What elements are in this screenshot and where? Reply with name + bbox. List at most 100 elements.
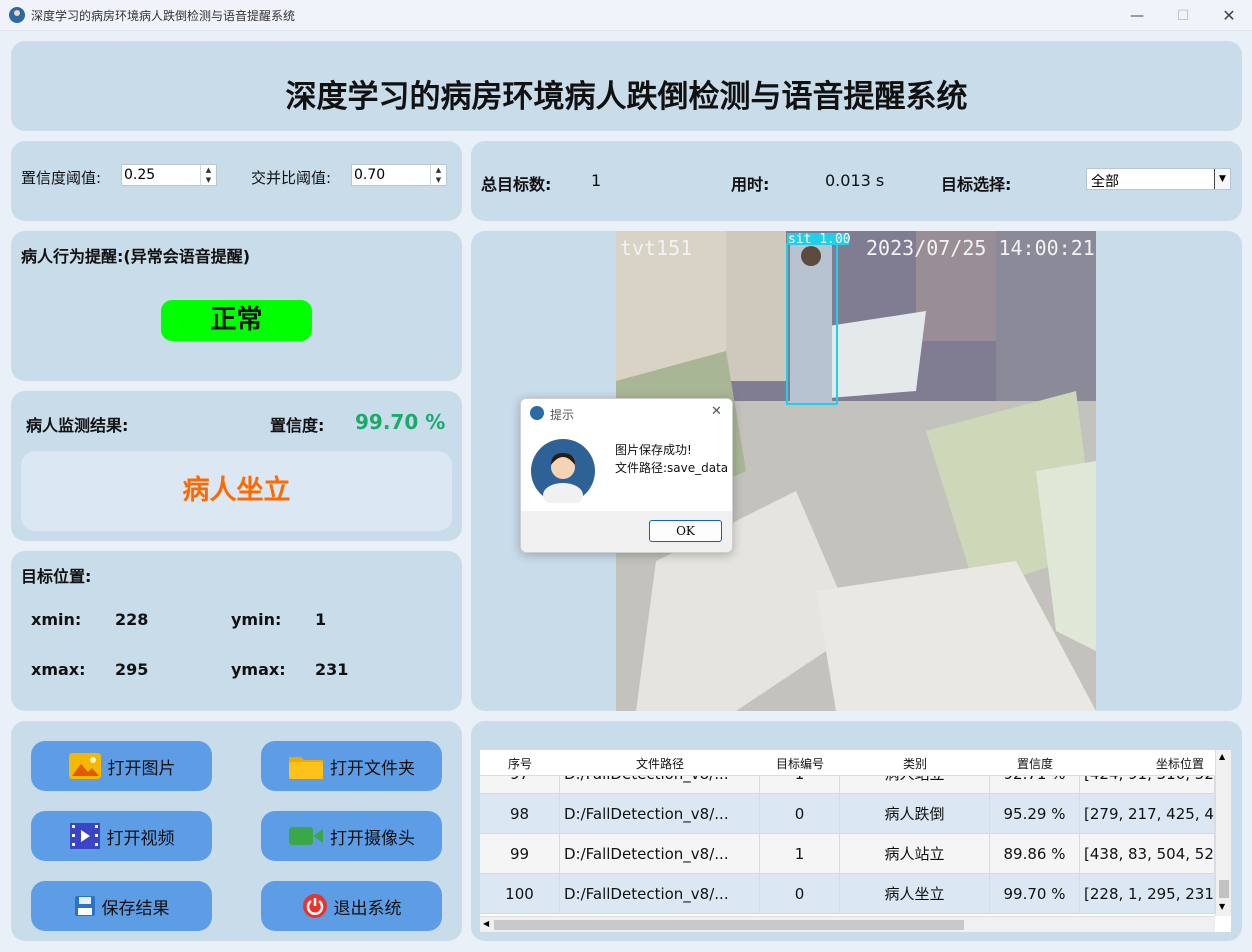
chevron-down-icon[interactable]: ▼ [1214, 169, 1230, 189]
window-titlebar: 深度学习的病房环境病人跌倒检测与语音提醒系统 — ☐ ✕ [0, 0, 1252, 31]
table-row[interactable]: 99 D:/FallDetection_v8/... 1 病人站立 89.86 … [480, 834, 1215, 874]
conf-threshold-value: 0.25 [124, 167, 156, 183]
time-label: 用时: [731, 175, 770, 194]
open-image-label: 打开图片 [107, 758, 176, 779]
xmin-label: xmin: [31, 610, 82, 629]
row-coords: [438, 83, 504, 522] [1080, 834, 1215, 874]
buttons-panel: 打开图片 打开文件夹 打开视频 打开摄像头 保存结果 退出系统 [11, 721, 462, 941]
row-coords: [228, 1, 295, 231] [1080, 874, 1215, 914]
row-target-id: 0 [760, 794, 840, 834]
row-target-id: 0 [760, 874, 840, 914]
open-video-label: 打开视频 [106, 828, 175, 849]
spin-down-icon[interactable]: ▼ [431, 175, 446, 185]
col-class-header[interactable]: 类别 [840, 755, 990, 772]
scroll-left-icon[interactable]: ◀ [483, 919, 489, 928]
row-confidence: 89.86 % [990, 834, 1080, 874]
camera-timestamp: 2023/07/25 14:00:21 [866, 236, 1095, 260]
spin-down-icon[interactable]: ▼ [201, 175, 216, 185]
open-image-button[interactable]: 打开图片 [31, 741, 212, 791]
close-icon[interactable]: ✕ [1206, 0, 1252, 31]
dialog-ok-button[interactable]: OK [649, 520, 722, 542]
open-folder-label: 打开文件夹 [330, 758, 415, 779]
xmax-label: xmax: [31, 660, 86, 679]
horizontal-scroll-thumb[interactable] [494, 920, 964, 930]
image-icon [68, 753, 101, 779]
iou-threshold-label: 交并比阈值: [251, 169, 332, 187]
dialog-message-line2: 文件路径:save_data [615, 461, 729, 475]
threshold-panel: 置信度阈值: 0.25 ▲ ▼ 交并比阈值: 0.70 ▲ ▼ [11, 141, 462, 221]
confidence-label: 置信度: [270, 416, 325, 435]
spin-up-icon[interactable]: ▲ [431, 165, 446, 175]
row-class: 病人跌倒 [840, 794, 990, 834]
camera-icon [289, 827, 323, 845]
position-panel: 目标位置: xmin: 228 ymin: 1 xmax: 295 ymax: … [11, 551, 462, 711]
save-button[interactable]: 保存结果 [31, 881, 212, 931]
row-confidence: 99.70 % [990, 874, 1080, 914]
time-value: 0.013 s [825, 171, 885, 190]
row-index: 100 [480, 874, 560, 914]
vertical-scroll-thumb[interactable] [1219, 880, 1229, 898]
page-title: 深度学习的病房环境病人跌倒检测与语音提醒系统 [285, 79, 968, 115]
dialog-body: 图片保存成功! 文件路径:save_data [521, 427, 732, 511]
maximize-icon[interactable]: ☐ [1160, 0, 1206, 31]
row-index: 99 [480, 834, 560, 874]
iou-threshold-value: 0.70 [354, 167, 386, 183]
film-icon [69, 823, 100, 849]
results-table[interactable]: 序号 文件路径 目标编号 类别 置信度 坐标位置 97 D:/FallDetec… [480, 750, 1231, 932]
target-select-value: 全部 [1091, 174, 1119, 190]
minimize-icon[interactable]: — [1114, 0, 1160, 31]
row-class: 病人站立 [840, 834, 990, 874]
target-select-dropdown[interactable]: 全部 ▼ [1086, 168, 1231, 190]
horizontal-scrollbar[interactable]: ◀ [480, 916, 1215, 932]
detection-box-label: sit 1.00 [788, 232, 851, 247]
table-row[interactable]: 98 D:/FallDetection_v8/... 0 病人跌倒 95.29 … [480, 794, 1215, 834]
save-label: 保存结果 [101, 898, 170, 919]
open-folder-button[interactable]: 打开文件夹 [261, 741, 442, 791]
target-select-label: 目标选择: [941, 175, 1012, 194]
open-camera-label: 打开摄像头 [330, 828, 415, 849]
save-success-dialog: 提示 ✕ 图片保存成功! 文件路径:save_data OK [520, 398, 733, 553]
user-avatar-icon [531, 439, 595, 503]
monitor-label: 病人监测结果: [26, 416, 129, 435]
monitor-result: 病人坐立 [21, 451, 452, 531]
stats-panel: 总目标数: 1 用时: 0.013 s 目标选择: 全部 ▼ [471, 141, 1242, 221]
xmin-value: 228 [115, 610, 149, 629]
total-targets-label: 总目标数: [481, 175, 552, 194]
dialog-close-icon[interactable]: ✕ [711, 404, 722, 419]
total-targets-value: 1 [591, 171, 602, 190]
dialog-avatar-icon [530, 406, 544, 420]
behavior-label: 病人行为提醒:(异常会语音提醒) [21, 247, 251, 266]
dialog-titlebar: 提示 ✕ [521, 399, 732, 427]
ymax-value: 231 [315, 660, 349, 679]
ymax-label: ymax: [231, 660, 286, 679]
ymin-value: 1 [315, 610, 327, 629]
open-camera-button[interactable]: 打开摄像头 [261, 811, 442, 861]
row-coords: [279, 217, 425, 405] [1080, 794, 1215, 834]
conf-threshold-spinbox[interactable]: 0.25 ▲ ▼ [121, 164, 217, 186]
confidence-value: 99.70 % [355, 410, 446, 434]
spin-up-icon[interactable]: ▲ [201, 165, 216, 175]
col-target-id-header[interactable]: 目标编号 [760, 755, 840, 772]
row-class: 病人坐立 [840, 874, 990, 914]
header-panel: 深度学习的病房环境病人跌倒检测与语音提醒系统 [11, 41, 1242, 131]
iou-threshold-spinbox[interactable]: 0.70 ▲ ▼ [351, 164, 447, 186]
exit-button[interactable]: 退出系统 [261, 881, 442, 931]
col-coords-header[interactable]: 坐标位置 [1080, 755, 1231, 772]
folder-icon [289, 757, 323, 779]
row-target-id: 1 [760, 834, 840, 874]
row-path: D:/FallDetection_v8/... [560, 874, 760, 914]
col-index-header[interactable]: 序号 [480, 755, 560, 772]
ymin-label: ymin: [231, 610, 282, 629]
xmax-value: 295 [115, 660, 149, 679]
floppy-icon [74, 896, 95, 916]
window-title: 深度学习的病房环境病人跌倒检测与语音提醒系统 [31, 9, 296, 23]
open-video-button[interactable]: 打开视频 [31, 811, 212, 861]
row-path: D:/FallDetection_v8/... [560, 794, 760, 834]
table-header: 序号 文件路径 目标编号 类别 置信度 坐标位置 [480, 750, 1215, 776]
col-path-header[interactable]: 文件路径 [560, 755, 760, 772]
col-confidence-header[interactable]: 置信度 [990, 755, 1080, 772]
table-row[interactable]: 100 D:/FallDetection_v8/... 0 病人坐立 99.70… [480, 874, 1215, 914]
scroll-down-icon[interactable]: ▼ [1219, 902, 1225, 911]
vertical-scrollbar[interactable]: ▲ ▼ [1215, 750, 1231, 916]
position-label: 目标位置: [21, 567, 92, 586]
